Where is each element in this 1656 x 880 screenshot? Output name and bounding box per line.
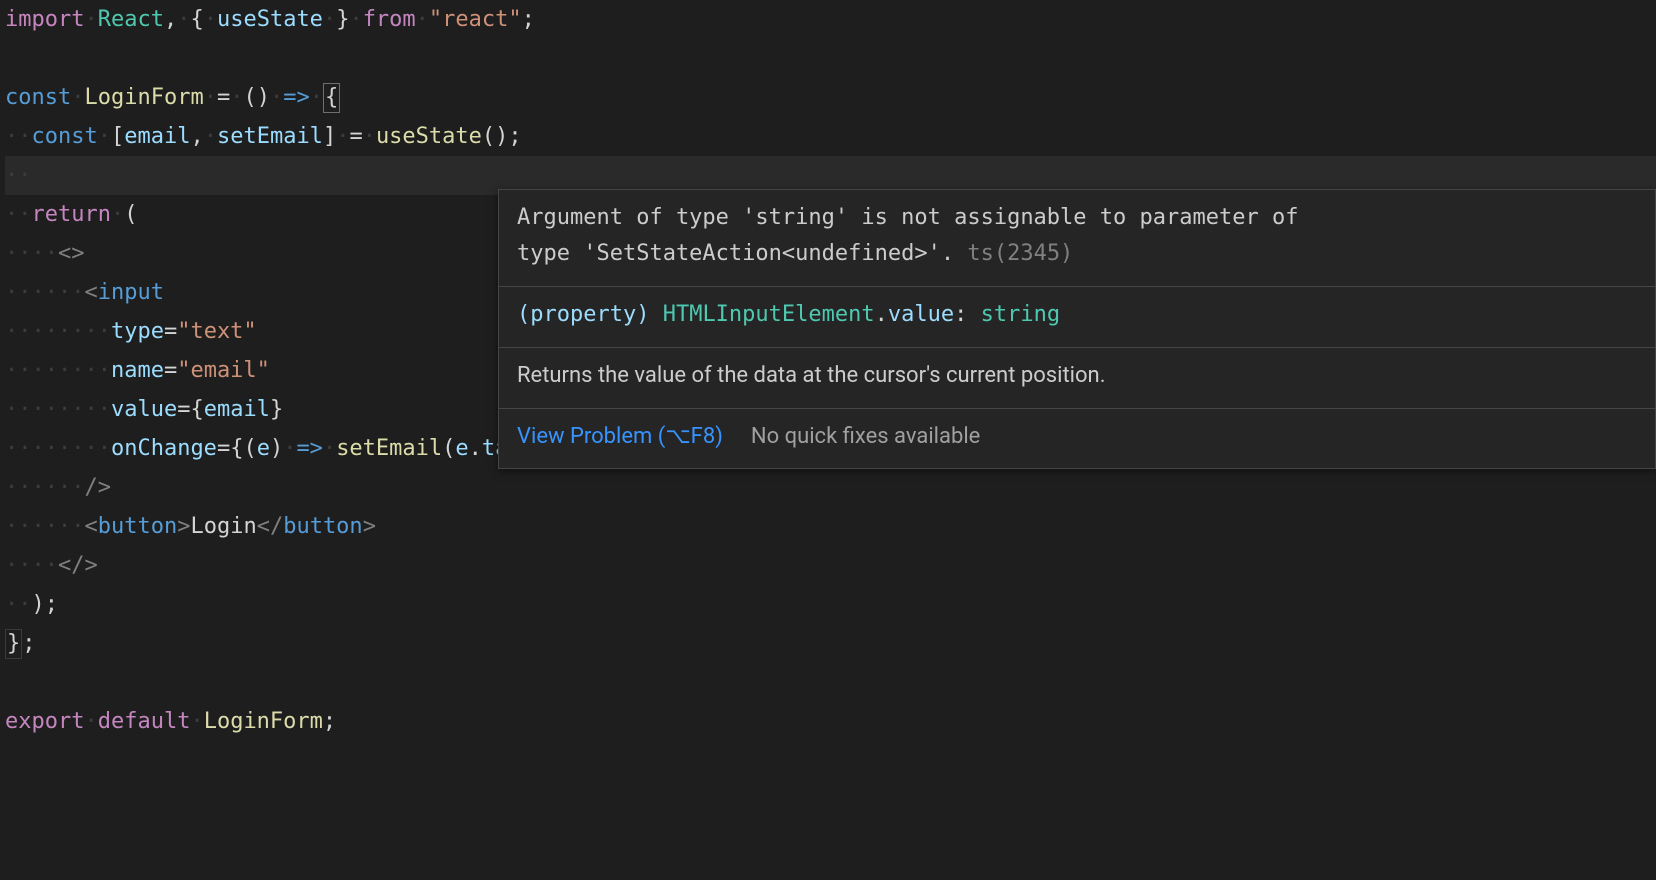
view-problem-link[interactable]: View Problem (⌥F8): [517, 417, 723, 456]
code-line[interactable]: import·React,·{·useState·}·from·"react";: [5, 0, 1656, 39]
hover-error-section: Argument of type 'string' is not assigna…: [499, 190, 1655, 287]
jsx-tag: input: [98, 280, 164, 305]
component-name: LoginForm: [204, 709, 323, 734]
code-line[interactable]: ······<button>Login</button>: [5, 507, 1656, 546]
identifier: React: [98, 7, 164, 32]
hover-tooltip[interactable]: Argument of type 'string' is not assigna…: [498, 189, 1656, 469]
code-line[interactable]: [5, 39, 1656, 78]
code-line[interactable]: [5, 663, 1656, 702]
error-message-line: Argument of type 'string' is not assigna…: [517, 200, 1637, 236]
brace-match-highlight: }: [5, 629, 22, 659]
sig-prop: value: [888, 302, 954, 327]
code-line[interactable]: ····</>: [5, 546, 1656, 585]
keyword-export: export: [5, 709, 84, 734]
function-call: setEmail: [336, 436, 442, 461]
identifier: email: [124, 124, 190, 149]
doc-text: Returns the value of the data at the cur…: [517, 358, 1637, 394]
jsx-attr: onChange: [111, 436, 217, 461]
jsx-attr: value: [111, 397, 177, 422]
code-line[interactable]: ··);: [5, 585, 1656, 624]
sig-label: (property): [517, 302, 649, 327]
string-literal: "text": [177, 319, 256, 344]
string-literal: "email": [177, 358, 270, 383]
hover-actions: View Problem (⌥F8) No quick fixes availa…: [499, 409, 1655, 468]
string-literal: "react": [429, 7, 522, 32]
code-line[interactable]: export·default·LoginForm;: [5, 702, 1656, 741]
jsx-expression: email: [204, 397, 270, 422]
jsx-tag: button: [98, 514, 177, 539]
code-line[interactable]: };: [5, 624, 1656, 663]
sig-type: HTMLInputElement: [663, 302, 875, 327]
code-line[interactable]: ······/>: [5, 468, 1656, 507]
keyword-from: from: [363, 7, 416, 32]
jsx-attr: name: [111, 358, 164, 383]
error-token: e: [455, 436, 468, 461]
brace-match-highlight: {: [323, 83, 340, 113]
code-line[interactable]: const·LoginForm·=·()·=>·{: [5, 78, 1656, 117]
keyword-const: const: [32, 124, 98, 149]
identifier: useState: [217, 7, 323, 32]
jsx-text: Login: [190, 514, 256, 539]
sig-type: string: [981, 302, 1060, 327]
hover-doc-section: Returns the value of the data at the cur…: [499, 348, 1655, 409]
no-quick-fixes-label: No quick fixes available: [751, 417, 980, 456]
component-name: LoginForm: [84, 85, 203, 110]
code-line[interactable]: ··const·[email,·setEmail]·=·useState();: [5, 117, 1656, 156]
function-call: useState: [376, 124, 482, 149]
error-message-line: type 'SetStateAction<undefined>'.: [517, 241, 954, 266]
error-code: ts(2345): [967, 241, 1073, 266]
keyword-return: return: [32, 202, 111, 227]
keyword-default: default: [98, 709, 191, 734]
param: e: [257, 436, 270, 461]
hover-signature-section: (property) HTMLInputElement.value: strin…: [499, 287, 1655, 348]
jsx-attr: type: [111, 319, 164, 344]
keyword-const: const: [5, 85, 71, 110]
identifier: setEmail: [217, 124, 323, 149]
keyword-import: import: [5, 7, 84, 32]
